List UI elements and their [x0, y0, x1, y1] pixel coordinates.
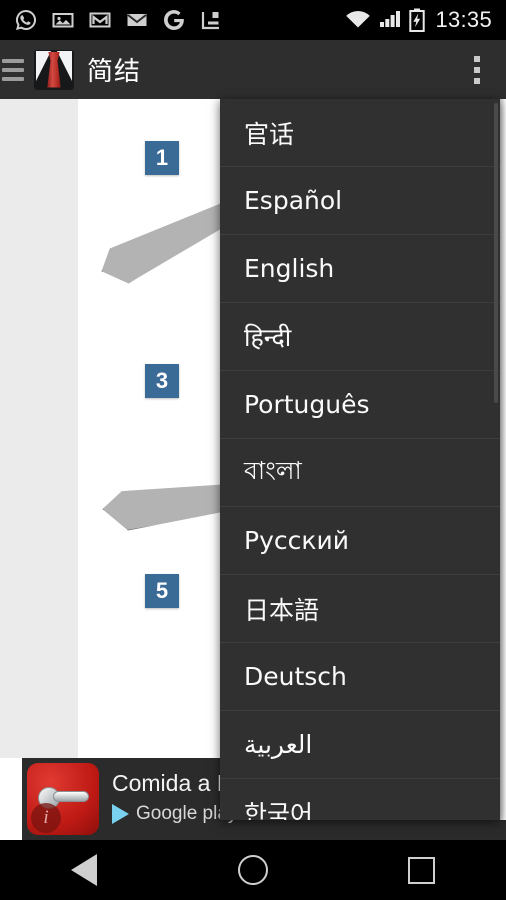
- home-icon: [237, 855, 268, 885]
- overflow-dot: [474, 77, 480, 84]
- language-menu-item[interactable]: 日本語: [220, 575, 500, 643]
- hamburger-line: [2, 67, 24, 72]
- language-menu-item-label: العربية: [244, 730, 313, 759]
- photos-icon: [52, 13, 74, 28]
- hamburger-line: [2, 76, 24, 81]
- necktie-icon: [34, 49, 74, 90]
- language-menu-item[interactable]: 官话: [220, 99, 500, 167]
- language-menu-item-label: Deutsch: [244, 662, 347, 691]
- language-menu-item-label: বাংলা: [244, 456, 302, 485]
- home-button[interactable]: [218, 840, 288, 900]
- language-menu-item-label: 官话: [244, 119, 295, 149]
- language-menu-item[interactable]: Português: [220, 371, 500, 439]
- overflow-menu-icon[interactable]: [468, 50, 486, 90]
- menu-edge-highlight: [500, 99, 506, 820]
- status-bar-notification-icons: [0, 8, 223, 32]
- language-menu-item-label: 한국어: [244, 799, 314, 821]
- step-number-badge: 3: [145, 364, 179, 398]
- language-menu-item-label: हिन्दी: [244, 322, 292, 352]
- language-menu-item[interactable]: हिन्दी: [220, 303, 500, 371]
- signal-icon: [380, 11, 401, 27]
- hamburger-icon[interactable]: [2, 58, 28, 81]
- menu-scrollbar[interactable]: [494, 103, 498, 403]
- back-button[interactable]: [49, 840, 119, 900]
- language-menu-item-label: English: [244, 254, 335, 283]
- language-menu-item[interactable]: বাংলা: [220, 439, 500, 507]
- recents-icon: [408, 856, 436, 884]
- ad-info-badge[interactable]: i: [31, 803, 61, 833]
- recents-button[interactable]: [387, 840, 457, 900]
- overflow-dot: [474, 55, 480, 62]
- language-menu-item-label: Русский: [244, 526, 349, 555]
- language-menu-item[interactable]: العربية: [220, 711, 500, 779]
- language-menu-item-label: Español: [244, 186, 343, 215]
- language-menu-item-label: Português: [244, 390, 370, 419]
- door-handle-icon: i: [27, 763, 99, 835]
- language-menu-item[interactable]: Deutsch: [220, 643, 500, 711]
- status-bar-clock: 13:35: [435, 7, 492, 32]
- email-icon: [127, 14, 147, 26]
- google-icon: [164, 10, 184, 31]
- wifi-icon: [346, 10, 371, 28]
- overflow-dot: [474, 66, 480, 73]
- step-number-badge: 1: [145, 141, 179, 175]
- battery-charging-icon: [409, 8, 426, 32]
- app-notification-icon: [201, 12, 219, 30]
- language-menu-item-label: 日本語: [244, 595, 320, 625]
- step-number-badge: 5: [145, 574, 179, 608]
- language-menu-item[interactable]: English: [220, 235, 500, 303]
- status-bar: 13:35: [0, 0, 506, 40]
- whatsapp-icon: [16, 9, 37, 30]
- status-bar-system-icons: 13:35: [345, 7, 506, 33]
- language-menu-list: 官话 Español English हिन्दी Português বাংলা Русс…: [220, 99, 500, 820]
- google-play-icon: [112, 804, 129, 824]
- phone-screen: 13:35 简结 1 3 5 i Comida a Do Google play…: [0, 0, 506, 900]
- back-icon: [71, 854, 98, 886]
- handle-lever: [53, 791, 89, 802]
- hamburger-line: [2, 58, 24, 63]
- language-dropdown-menu[interactable]: 官话 Español English हिन्दी Português বাংলা Русс…: [220, 99, 500, 820]
- gmail-icon: [89, 12, 111, 28]
- language-menu-item[interactable]: Русский: [220, 507, 500, 575]
- language-menu-item[interactable]: 한국어: [220, 779, 500, 821]
- android-navigation-bar: [0, 840, 506, 900]
- app-bar: 简结: [0, 40, 506, 99]
- page-title: 简结: [87, 57, 142, 87]
- language-menu-item[interactable]: Español: [220, 167, 500, 235]
